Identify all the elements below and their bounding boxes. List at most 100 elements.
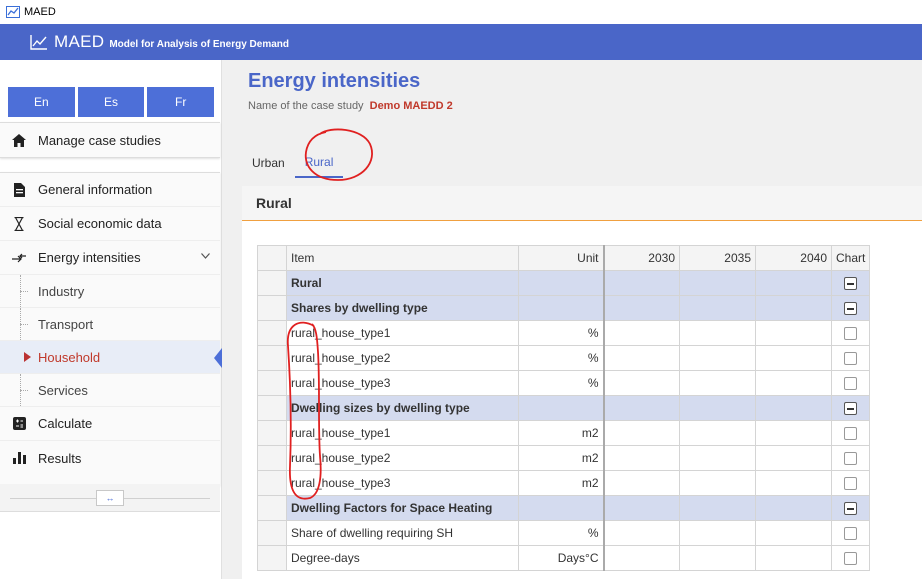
chart-checkbox[interactable]: [844, 377, 858, 391]
table-row[interactable]: rural_house_type2%: [257, 345, 871, 371]
sidebar-item-energy-intensities[interactable]: Energy intensities: [0, 241, 220, 275]
column-header-2035[interactable]: 2035: [679, 245, 756, 271]
value-cell-2035[interactable]: [679, 370, 756, 396]
value-cell-2030[interactable]: [603, 320, 680, 346]
collapse-group-checkbox[interactable]: [844, 277, 858, 291]
collapse-group-checkbox[interactable]: [844, 502, 858, 516]
sidebar-item-social-economic-data[interactable]: Social economic data: [0, 207, 220, 241]
collapse-group-checkbox[interactable]: [844, 402, 858, 416]
value-cell-2030[interactable]: [603, 520, 680, 546]
chart-checkbox[interactable]: [844, 527, 858, 541]
value-cell-2040[interactable]: [755, 445, 832, 471]
unit-cell[interactable]: %: [518, 520, 605, 546]
unit-cell[interactable]: [518, 270, 605, 296]
tab-urban[interactable]: Urban: [242, 148, 295, 178]
chevron-down-icon[interactable]: [201, 251, 210, 262]
value-cell-2040[interactable]: [755, 470, 832, 496]
unit-cell[interactable]: %: [518, 370, 605, 396]
item-cell[interactable]: rural_house_type2: [286, 345, 519, 371]
unit-cell[interactable]: [518, 395, 605, 421]
value-cell-2040[interactable]: [755, 295, 832, 321]
unit-cell[interactable]: [518, 295, 605, 321]
sidebar-item-manage-case-studies[interactable]: Manage case studies: [0, 123, 220, 157]
table-group-row[interactable]: Rural: [257, 270, 871, 296]
value-cell-2040[interactable]: [755, 395, 832, 421]
value-cell-2035[interactable]: [679, 295, 756, 321]
value-cell-2030[interactable]: [603, 545, 680, 571]
chart-checkbox[interactable]: [844, 477, 858, 491]
table-row[interactable]: Share of dwelling requiring SH%: [257, 520, 871, 546]
value-cell-2040[interactable]: [755, 345, 832, 371]
value-cell-2040[interactable]: [755, 370, 832, 396]
item-cell[interactable]: Rural: [286, 270, 519, 296]
value-cell-2040[interactable]: [755, 420, 832, 446]
lang-fr-button[interactable]: Fr: [147, 87, 215, 117]
collapse-sidebar-button[interactable]: ↔: [96, 489, 124, 506]
unit-cell[interactable]: m2: [518, 420, 605, 446]
table-group-row[interactable]: Shares by dwelling type: [257, 295, 871, 321]
value-cell-2040[interactable]: [755, 545, 832, 571]
item-cell[interactable]: Dwelling Factors for Space Heating: [286, 495, 519, 521]
table-group-row[interactable]: Dwelling Factors for Space Heating: [257, 495, 871, 521]
value-cell-2030[interactable]: [603, 445, 680, 471]
value-cell-2035[interactable]: [679, 470, 756, 496]
sidebar-item-results[interactable]: Results: [0, 441, 220, 475]
value-cell-2030[interactable]: [603, 345, 680, 371]
lang-en-button[interactable]: En: [8, 87, 75, 117]
value-cell-2035[interactable]: [679, 395, 756, 421]
sidebar-item-calculate[interactable]: Calculate: [0, 407, 220, 441]
column-header-item[interactable]: Item: [286, 245, 519, 271]
value-cell-2040[interactable]: [755, 320, 832, 346]
unit-cell[interactable]: %: [518, 345, 605, 371]
value-cell-2040[interactable]: [755, 270, 832, 296]
lang-es-button[interactable]: Es: [77, 87, 145, 117]
column-header-unit[interactable]: Unit: [518, 245, 605, 271]
sidebar-item-general-information[interactable]: General information: [0, 173, 220, 207]
collapse-group-checkbox[interactable]: [844, 302, 858, 316]
sidebar-subitem-services[interactable]: Services: [0, 374, 220, 407]
item-cell[interactable]: rural_house_type3: [286, 470, 519, 496]
item-cell[interactable]: rural_house_type3: [286, 370, 519, 396]
item-cell[interactable]: rural_house_type2: [286, 445, 519, 471]
chart-checkbox[interactable]: [844, 427, 858, 441]
chart-checkbox[interactable]: [844, 352, 858, 366]
table-row[interactable]: rural_house_type1 m2: [257, 420, 871, 446]
item-cell[interactable]: Dwelling sizes by dwelling type: [286, 395, 519, 421]
tab-rural[interactable]: Rural: [294, 148, 344, 178]
unit-cell[interactable]: [518, 495, 605, 521]
value-cell-2040[interactable]: [755, 495, 832, 521]
value-cell-2030[interactable]: [603, 495, 680, 521]
value-cell-2035[interactable]: [679, 445, 756, 471]
unit-cell[interactable]: Days°C: [518, 545, 605, 571]
column-header-2030[interactable]: 2030: [603, 245, 680, 271]
item-cell[interactable]: Share of dwelling requiring SH: [286, 520, 519, 546]
table-row[interactable]: rural_house_type3%: [257, 370, 871, 396]
chart-checkbox[interactable]: [844, 452, 858, 466]
value-cell-2040[interactable]: [755, 520, 832, 546]
item-cell[interactable]: rural_house_type1: [286, 320, 519, 346]
value-cell-2035[interactable]: [679, 495, 756, 521]
column-header-2040[interactable]: 2040: [755, 245, 832, 271]
table-group-row[interactable]: Dwelling sizes by dwelling type: [257, 395, 871, 421]
value-cell-2030[interactable]: [603, 470, 680, 496]
item-cell[interactable]: rural_house_type1: [286, 420, 519, 446]
chart-checkbox[interactable]: [844, 552, 858, 566]
value-cell-2030[interactable]: [603, 370, 680, 396]
sidebar-subitem-transport[interactable]: Transport: [0, 308, 220, 341]
unit-cell[interactable]: m2: [518, 470, 605, 496]
unit-cell[interactable]: m2: [518, 445, 605, 471]
unit-cell[interactable]: %: [518, 320, 605, 346]
sidebar-subitem-household[interactable]: Household: [0, 341, 222, 374]
table-row[interactable]: rural_house_type1%: [257, 320, 871, 346]
value-cell-2035[interactable]: [679, 420, 756, 446]
value-cell-2030[interactable]: [603, 270, 680, 296]
value-cell-2030[interactable]: [603, 395, 680, 421]
item-cell[interactable]: Shares by dwelling type: [286, 295, 519, 321]
table-row[interactable]: rural_house_type3 m2: [257, 470, 871, 496]
value-cell-2035[interactable]: [679, 270, 756, 296]
column-header-chart[interactable]: Chart: [830, 245, 871, 271]
table-row[interactable]: rural_house_type2 m2: [257, 445, 871, 471]
table-row[interactable]: Degree-days Days°C: [257, 545, 871, 571]
sidebar-subitem-industry[interactable]: Industry: [0, 275, 220, 308]
value-cell-2035[interactable]: [679, 345, 756, 371]
